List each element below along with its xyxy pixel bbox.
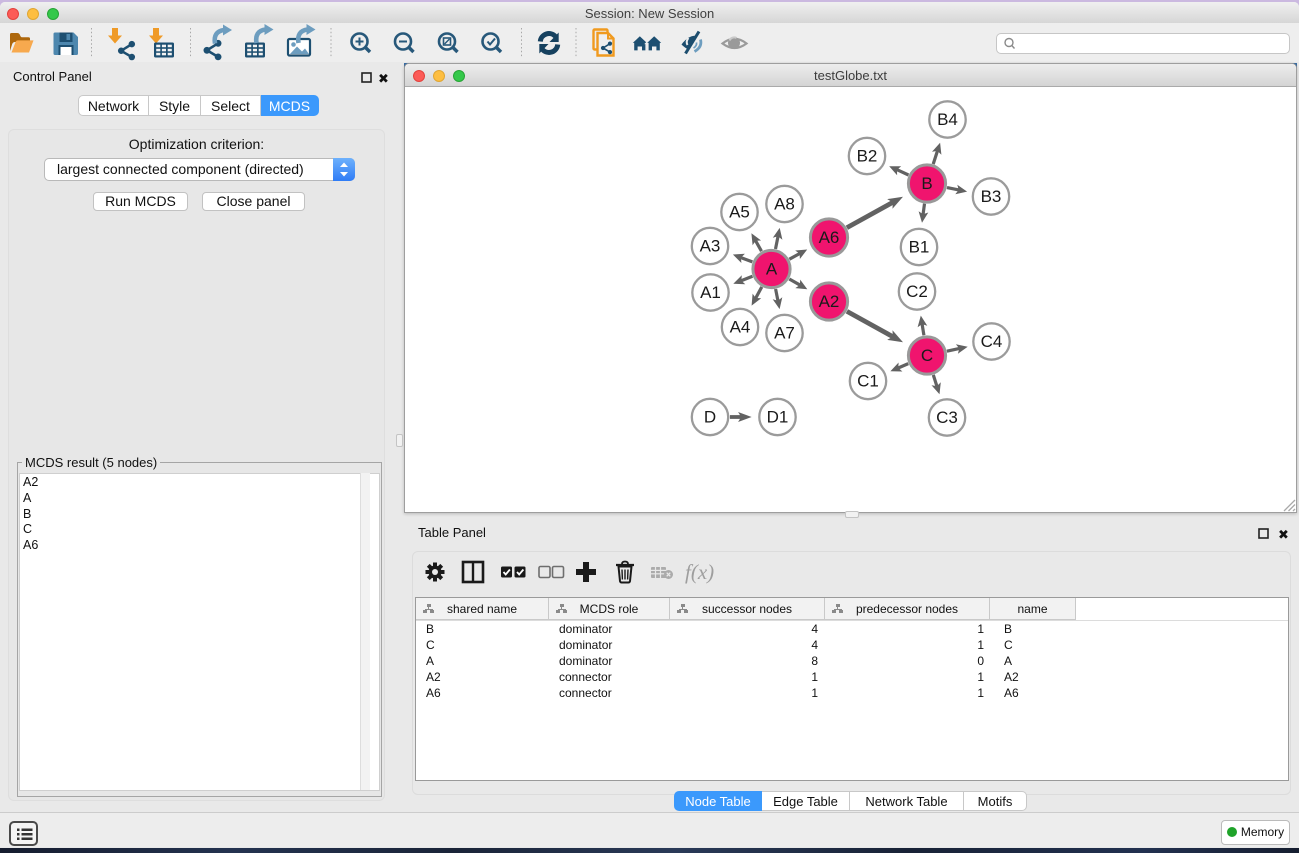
svg-text:D: D <box>704 408 716 427</box>
svg-text:A6: A6 <box>819 228 840 247</box>
svg-text:A8: A8 <box>774 195 795 214</box>
svg-text:A2: A2 <box>819 292 840 311</box>
svg-text:f(x): f(x) <box>685 560 714 584</box>
svg-text:B1: B1 <box>909 238 930 257</box>
svg-text:C3: C3 <box>936 408 958 427</box>
svg-text:D1: D1 <box>767 408 789 427</box>
svg-text:B3: B3 <box>981 187 1002 206</box>
svg-text:A3: A3 <box>700 237 721 256</box>
svg-text:B4: B4 <box>937 110 958 129</box>
svg-text:C1: C1 <box>857 372 879 391</box>
svg-text:A1: A1 <box>700 283 721 302</box>
svg-text:A: A <box>766 260 778 279</box>
svg-text:B: B <box>921 174 932 193</box>
svg-text:A4: A4 <box>730 318 751 337</box>
svg-text:A7: A7 <box>774 324 795 343</box>
svg-text:B2: B2 <box>857 147 878 166</box>
svg-text:C2: C2 <box>906 282 928 301</box>
svg-text:C: C <box>921 346 933 365</box>
svg-text:C4: C4 <box>981 332 1003 351</box>
svg-text:A5: A5 <box>729 203 750 222</box>
